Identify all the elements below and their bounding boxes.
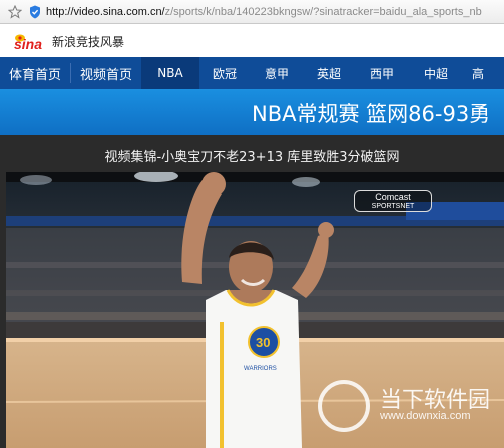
sina-logo[interactable]: sina <box>12 30 48 52</box>
nav-item-sports-home[interactable]: 体育首页 <box>0 57 70 89</box>
jersey-team: WARRIORS <box>244 366 277 372</box>
url-text[interactable]: http://video.sina.com.cn/z/sports/k/nba/… <box>46 6 482 18</box>
game-banner: NBA常规赛 篮网86-93勇 <box>0 89 504 135</box>
channel-logo-line2: SPORTSNET <box>371 203 415 210</box>
url-host: http://video.sina.com.cn/ <box>46 5 165 18</box>
nav-item-nba[interactable]: NBA <box>141 57 199 89</box>
banner-title: NBA常规赛 篮网86-93勇 <box>252 102 491 126</box>
watermark-url: www.downxia.com <box>380 410 471 422</box>
address-bar[interactable]: http://video.sina.com.cn/z/sports/k/nba/… <box>0 0 504 24</box>
star-icon[interactable] <box>6 3 24 21</box>
nav-item-more[interactable]: 高 <box>463 57 493 89</box>
nav-item-la-liga[interactable]: 西甲 <box>355 57 409 89</box>
url-path: z/sports/k/nba/140223bkngsw/?sinatracker… <box>164 5 482 18</box>
nav-item-ucl[interactable]: 欧冠 <box>199 57 251 89</box>
channel-logo-line1: Comcast <box>375 192 411 202</box>
nav-item-csl[interactable]: 中超 <box>409 57 463 89</box>
shield-icon <box>28 4 42 20</box>
sina-logo-mark: sina <box>14 34 42 52</box>
logo-row: sina 新浪竞技风暴 <box>0 25 504 57</box>
video-title: 视频集锦-小奥宝刀不老23+13 库里致胜3分破篮网 <box>104 150 400 165</box>
sina-logo-text: sina <box>14 36 42 52</box>
site-subtitle: 新浪竞技风暴 <box>52 34 125 49</box>
watermark-logo-icon <box>318 380 370 432</box>
channel-logo: Comcast SPORTSNET <box>354 190 432 212</box>
nav-item-video-home[interactable]: 视频首页 <box>71 57 141 89</box>
main-nav: 体育首页 视频首页 NBA 欧冠 意甲 英超 西甲 中超 高 <box>0 57 504 89</box>
nav-item-serie-a[interactable]: 意甲 <box>251 57 303 89</box>
jersey-number: 30 <box>256 335 270 350</box>
nav-item-epl[interactable]: 英超 <box>303 57 355 89</box>
